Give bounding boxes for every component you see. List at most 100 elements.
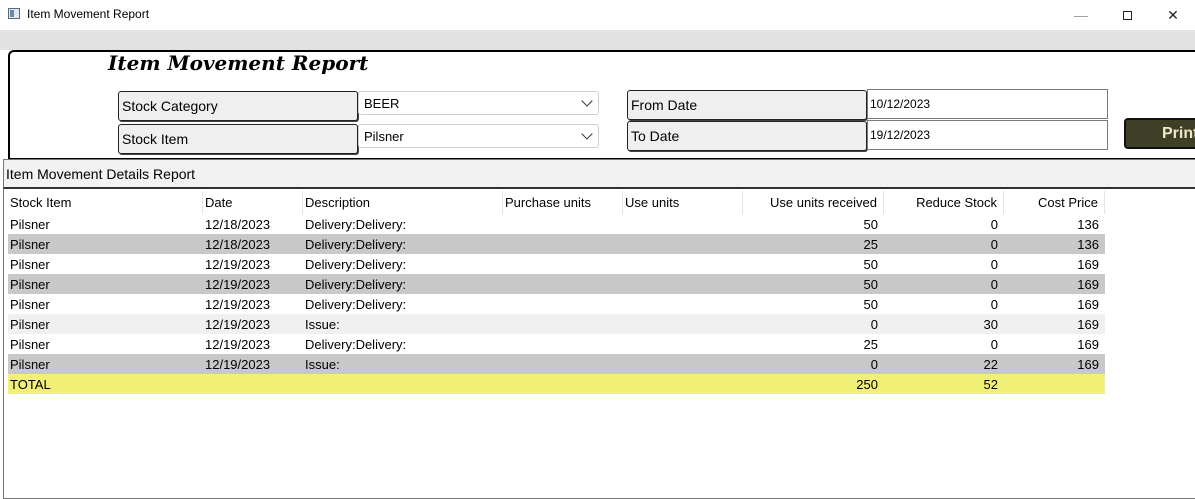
total-cell: 250 — [856, 376, 878, 392]
table-row[interactable]: Pilsner 12/19/2023 Delivery:Delivery: 25 0 16… — [8, 334, 1105, 354]
table-row[interactable]: Pilsner 12/19/2023 Delivery:Delivery: 50 0 16… — [8, 254, 1105, 274]
print-button[interactable]: Print — [1124, 118, 1195, 149]
table-cell: 0 — [990, 236, 998, 252]
table-cell: Issue: — [305, 356, 340, 372]
total-cell: 52 — [983, 376, 998, 392]
table-cell: Pilsner — [10, 276, 50, 292]
window-title: Item Movement Report — [27, 7, 150, 21]
table-cell: 22 — [983, 356, 998, 372]
table-cell — [503, 354, 623, 374]
table-cell: Pilsner — [10, 356, 50, 372]
table-cell: Pilsner — [10, 336, 50, 352]
table-cell: Pilsner — [10, 316, 50, 332]
table-cell: 25 — [863, 236, 878, 252]
to-date-input[interactable]: 19/12/2023 — [867, 120, 1108, 150]
to-date-label: To Date — [627, 121, 867, 151]
table-cell: 0 — [990, 256, 998, 272]
table-cell: 136 — [1077, 216, 1099, 232]
total-cell — [503, 374, 623, 394]
table-cell: 12/18/2023 — [205, 236, 271, 252]
table-cell — [623, 334, 743, 354]
table-cell: 12/19/2023 — [205, 256, 271, 272]
toolbar-strip — [0, 30, 1195, 50]
report-title: Item Movement Report — [108, 51, 369, 75]
table-cell: 169 — [1077, 296, 1099, 312]
table-cell — [623, 314, 743, 334]
table-cell — [503, 234, 623, 254]
table-cell: Delivery:Delivery: — [305, 216, 407, 232]
maximize-button[interactable] — [1104, 0, 1150, 30]
table-cell: Issue: — [305, 316, 340, 332]
table-row[interactable]: Pilsner 12/19/2023 Issue: 0 30 169 — [8, 314, 1105, 334]
table-cell: 12/19/2023 — [205, 296, 271, 312]
column-header-purchase-units[interactable]: Purchase units — [503, 191, 623, 214]
table-cell: Delivery:Delivery: — [305, 236, 407, 252]
table-cell — [503, 254, 623, 274]
table-cell: 136 — [1077, 236, 1099, 252]
table-cell — [623, 274, 743, 294]
table-cell: 12/18/2023 — [205, 216, 271, 232]
movement-table: Stock Item Date Description Purchase uni… — [8, 191, 1105, 394]
table-row[interactable]: Pilsner 12/19/2023 Issue: 0 22 169 — [8, 354, 1105, 374]
table-row[interactable]: Pilsner 12/19/2023 Delivery:Delivery: 50 0 16… — [8, 274, 1105, 294]
total-row: TOTAL 250 52 — [8, 374, 1105, 394]
table-cell — [623, 214, 743, 234]
column-header-stock-item[interactable]: Stock Item — [8, 191, 203, 214]
table-cell: 0 — [990, 336, 998, 352]
table-cell: 12/19/2023 — [205, 356, 271, 372]
table-cell — [623, 254, 743, 274]
table-cell: 50 — [863, 216, 878, 232]
table-body: Pilsner 12/18/2023 Delivery:Delivery: 50 0 13… — [8, 214, 1105, 394]
table-cell — [503, 294, 623, 314]
column-header-reduce-stock[interactable]: Reduce Stock — [884, 191, 1004, 214]
stock-category-label: Stock Category — [118, 91, 358, 121]
details-section-header: Item Movement Details Report — [3, 159, 1195, 189]
chevron-down-icon — [581, 128, 593, 140]
from-date-label: From Date — [627, 90, 867, 120]
table-cell — [503, 274, 623, 294]
table-row[interactable]: Pilsner 12/18/2023 Delivery:Delivery: 50 0 13… — [8, 214, 1105, 234]
table-cell: 0 — [870, 316, 878, 332]
table-cell: 0 — [990, 276, 998, 292]
table-cell: 12/19/2023 — [205, 276, 271, 292]
column-header-date[interactable]: Date — [203, 191, 303, 214]
table-cell: 0 — [870, 356, 878, 372]
total-cell — [303, 374, 503, 394]
table-cell: 0 — [990, 296, 998, 312]
stock-item-label: Stock Item — [118, 124, 358, 154]
total-cell: TOTAL — [10, 376, 51, 392]
table-cell — [503, 314, 623, 334]
column-header-description[interactable]: Description — [303, 191, 503, 214]
total-cell — [1004, 374, 1105, 394]
stock-category-select[interactable]: BEER — [358, 91, 599, 115]
table-cell: 169 — [1077, 336, 1099, 352]
total-cell — [203, 374, 303, 394]
table-cell: 25 — [863, 336, 878, 352]
table-cell: 169 — [1077, 276, 1099, 292]
table-cell: Delivery:Delivery: — [305, 336, 407, 352]
table-cell: Pilsner — [10, 296, 50, 312]
table-cell: Pilsner — [10, 216, 50, 232]
table-cell — [623, 294, 743, 314]
column-header-use-units-received[interactable]: Use units received — [743, 191, 884, 214]
table-row[interactable]: Pilsner 12/18/2023 Delivery:Delivery: 25 0 13… — [8, 234, 1105, 254]
from-date-input[interactable]: 10/12/2023 — [867, 89, 1108, 119]
table-cell — [503, 214, 623, 234]
table-cell — [503, 334, 623, 354]
table-header-row: Stock Item Date Description Purchase uni… — [8, 191, 1105, 214]
table-row[interactable]: Pilsner 12/19/2023 Delivery:Delivery: 50 0 16… — [8, 294, 1105, 314]
stock-item-value: Pilsner — [364, 128, 404, 144]
column-header-cost-price[interactable]: Cost Price — [1004, 191, 1105, 214]
table-cell: 169 — [1077, 316, 1099, 332]
table-cell — [623, 234, 743, 254]
column-header-use-units[interactable]: Use units — [623, 191, 743, 214]
table-cell: 50 — [863, 276, 878, 292]
stock-item-select[interactable]: Pilsner — [358, 124, 599, 148]
total-cell — [623, 374, 743, 394]
maximize-icon — [1122, 10, 1132, 20]
table-cell: 0 — [990, 216, 998, 232]
chevron-down-icon — [581, 95, 593, 107]
table-cell: 50 — [863, 256, 878, 272]
close-button[interactable]: ✕ — [1150, 0, 1195, 30]
minimize-button[interactable]: — — [1058, 0, 1104, 30]
